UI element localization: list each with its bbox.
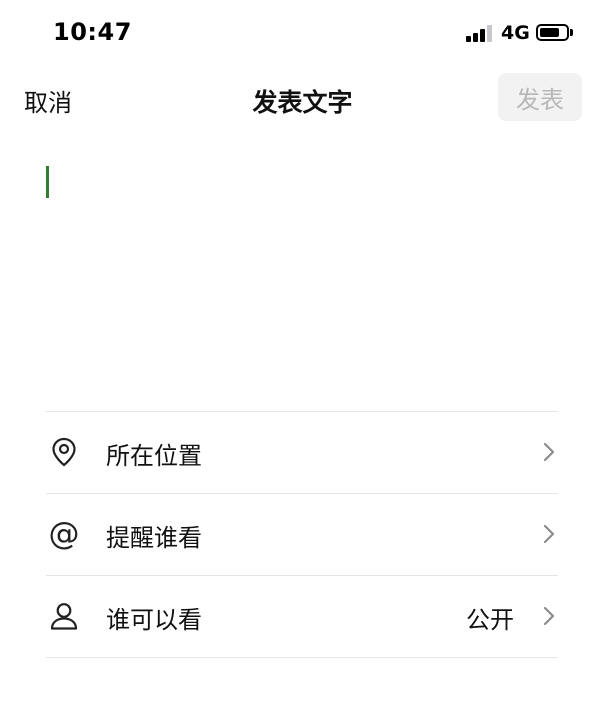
divider <box>46 657 558 658</box>
location-row[interactable]: 所在位置 <box>46 412 558 493</box>
visibility-label: 谁可以看 <box>106 606 202 634</box>
cellular-signal-icon <box>466 24 494 42</box>
text-editor[interactable] <box>46 160 558 380</box>
post-options-list: 所在位置 @ 提醒谁看 谁可以看 公开 <box>46 411 558 658</box>
post-text-input[interactable] <box>54 160 554 370</box>
chevron-right-icon <box>543 606 555 626</box>
status-time: 10:47 <box>53 18 132 46</box>
mention-row[interactable]: @ 提醒谁看 <box>46 494 558 575</box>
location-label: 所在位置 <box>106 442 202 470</box>
network-type: 4G <box>501 22 530 44</box>
battery-level <box>540 28 559 37</box>
person-icon <box>48 600 80 632</box>
compose-text-screen: 10:47 4G 取消 发表文字 发表 所在位置 @ 提醒谁看 谁可以看 公开 <box>0 0 605 715</box>
location-pin-icon <box>48 436 80 468</box>
chevron-right-icon <box>543 442 555 462</box>
at-icon: @ <box>48 516 80 552</box>
battery-cap <box>570 29 573 36</box>
visibility-value: 公开 <box>466 606 514 634</box>
visibility-row[interactable]: 谁可以看 公开 <box>46 576 558 657</box>
navigation-bar: 取消 发表文字 发表 <box>0 64 605 130</box>
battery-icon <box>536 24 569 41</box>
chevron-right-icon <box>543 524 555 544</box>
publish-button[interactable]: 发表 <box>498 73 582 121</box>
mention-label: 提醒谁看 <box>106 524 202 552</box>
text-cursor <box>46 166 49 198</box>
status-bar: 10:47 4G <box>0 0 605 64</box>
